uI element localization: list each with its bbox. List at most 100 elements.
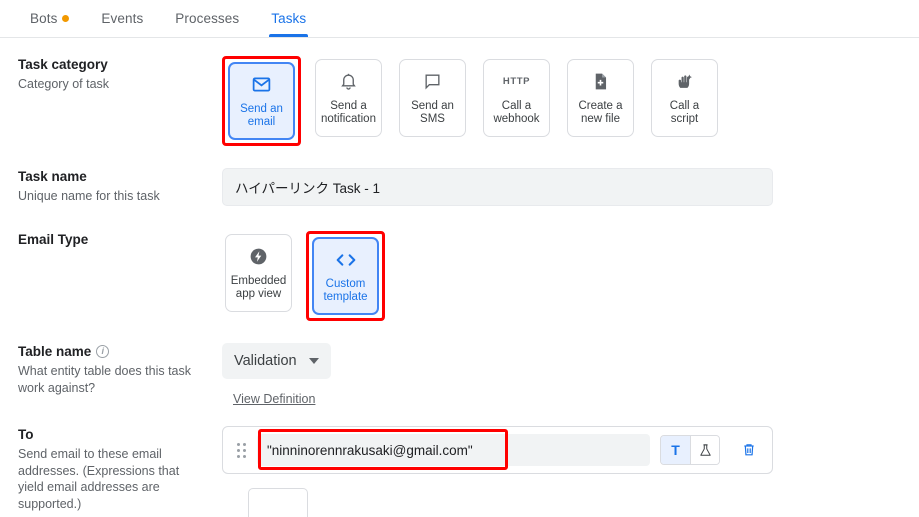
task-category-option-label: Send a notification — [321, 100, 376, 127]
email-type-row: Email Type Embedded app view — [0, 206, 919, 321]
task-category-field: Send an email — [222, 56, 901, 146]
task-name-description: Unique name for this task — [18, 188, 208, 205]
email-type-option-label: Embedded app view — [231, 275, 287, 302]
bell-icon — [339, 70, 358, 94]
table-name-field: Validation View Definition — [222, 343, 901, 408]
label-line-1: Custom — [326, 278, 366, 290]
tab-tasks-label: Tasks — [271, 11, 306, 26]
task-category-option-label: Create a new file — [578, 100, 622, 127]
label-line-1: Send an — [411, 100, 454, 112]
script-hand-icon — [675, 70, 695, 94]
label-line-1: Create a — [578, 100, 622, 112]
tab-bots[interactable]: Bots — [14, 0, 85, 37]
tab-events-label: Events — [101, 11, 143, 26]
task-category-option-send-a-notification-wrapper: Send a notification — [312, 56, 385, 146]
drag-handle-icon[interactable] — [233, 439, 249, 461]
table-name-title-text: Table name — [18, 343, 91, 360]
http-icon: HTTP — [503, 70, 530, 94]
info-icon[interactable]: i — [96, 345, 109, 358]
to-title: To — [18, 426, 208, 443]
task-category-option-call-a-webhook-wrapper: HTTP Call a webhook — [480, 56, 553, 146]
task-category-option-send-an-sms-wrapper: Send an SMS — [396, 56, 469, 146]
task-name-field: ハイパーリンク Task - 1 — [222, 168, 901, 206]
email-type-option-custom-template-wrapper: Custom template — [306, 231, 385, 321]
tab-processes[interactable]: Processes — [159, 0, 255, 37]
task-category-option-label: Call a webhook — [493, 100, 539, 127]
task-category-option-call-a-script[interactable]: Call a script — [651, 59, 718, 137]
expression-flask-icon[interactable] — [690, 436, 719, 464]
task-category-description: Category of task — [18, 76, 208, 93]
label-line-2: template — [323, 291, 367, 303]
task-form: Task category Category of task Send an — [0, 38, 919, 517]
email-type-field: Embedded app view — [222, 231, 901, 321]
label-line-2: SMS — [420, 113, 445, 125]
next-field-partial[interactable] — [248, 488, 308, 517]
email-type-labels: Email Type — [18, 231, 222, 248]
task-category-title: Task category — [18, 56, 208, 73]
chat-bubble-icon — [423, 70, 442, 94]
table-name-row: Table name i What entity table does this… — [0, 321, 919, 408]
label-line-1: Embedded — [231, 275, 287, 287]
task-category-option-create-a-new-file-wrapper: Create a new file — [564, 56, 637, 146]
table-name-selected-value: Validation — [234, 353, 297, 369]
label-line-2: app view — [236, 288, 281, 300]
primary-tab-bar: Bots Events Processes Tasks — [0, 0, 919, 38]
file-plus-icon — [591, 70, 610, 94]
tab-active-underline — [269, 34, 308, 37]
label-line-1: Call a — [670, 100, 699, 112]
tab-events[interactable]: Events — [85, 0, 159, 37]
to-email-value: "ninninorennrakusaki@gmail.com" — [267, 443, 473, 458]
task-name-input[interactable]: ハイパーリンク Task - 1 — [222, 168, 773, 206]
label-line-2: webhook — [493, 113, 539, 125]
http-icon-text: HTTP — [503, 76, 530, 87]
email-type-option-custom-template[interactable]: Custom template — [312, 237, 379, 315]
task-category-option-send-an-email[interactable]: Send an email — [228, 62, 295, 140]
task-category-option-send-an-email-wrapper: Send an email — [222, 56, 301, 146]
task-name-labels: Task name Unique name for this task — [18, 168, 222, 205]
to-description: Send email to these email addresses. (Ex… — [18, 446, 208, 512]
task-category-option-call-a-webhook[interactable]: HTTP Call a webhook — [483, 59, 550, 137]
lightning-bolt-icon — [248, 245, 269, 269]
task-category-option-create-a-new-file[interactable]: Create a new file — [567, 59, 634, 137]
task-category-option-send-an-sms[interactable]: Send an SMS — [399, 59, 466, 137]
task-name-title: Task name — [18, 168, 208, 185]
task-category-option-label: Call a script — [670, 100, 699, 127]
label-line-1: Send a — [330, 100, 366, 112]
task-category-card-list: Send an email — [222, 56, 901, 146]
task-category-option-send-a-notification[interactable]: Send a notification — [315, 59, 382, 137]
text-mode-icon[interactable]: T — [661, 436, 690, 464]
view-definition-link[interactable]: View Definition — [233, 392, 315, 406]
label-line-2: notification — [321, 113, 376, 125]
to-labels: To Send email to these email addresses. … — [18, 426, 222, 512]
chevron-down-icon — [309, 358, 319, 364]
table-name-description: What entity table does this task work ag… — [18, 363, 208, 396]
task-category-labels: Task category Category of task — [18, 56, 222, 93]
label-line-1: Call a — [502, 100, 531, 112]
tab-bots-label: Bots — [30, 11, 57, 26]
email-type-option-embedded-app-view[interactable]: Embedded app view — [225, 234, 292, 312]
label-line-1: Send an — [240, 103, 283, 115]
task-category-option-call-a-script-wrapper: Call a script — [648, 56, 721, 146]
email-type-card-list: Embedded app view — [222, 231, 901, 321]
bots-notification-dot-icon — [62, 15, 69, 22]
envelope-icon — [251, 73, 272, 97]
task-category-option-label: Send an SMS — [411, 100, 454, 127]
to-recipient-row: "ninninorennrakusaki@gmail.com" T — [222, 426, 773, 474]
tab-tasks[interactable]: Tasks — [255, 0, 322, 37]
table-name-labels: Table name i What entity table does this… — [18, 343, 222, 396]
task-name-row: Task name Unique name for this task ハイパー… — [0, 146, 919, 206]
task-category-option-label: Send an email — [240, 103, 283, 130]
to-mode-toggle-group: T — [660, 435, 720, 465]
to-email-input[interactable]: "ninninorennrakusaki@gmail.com" — [257, 434, 650, 466]
label-line-2: email — [248, 116, 275, 128]
table-name-select[interactable]: Validation — [222, 343, 331, 379]
text-mode-glyph: T — [671, 442, 680, 458]
table-name-title: Table name i — [18, 343, 208, 360]
label-line-2: new file — [581, 113, 620, 125]
email-type-title: Email Type — [18, 231, 208, 248]
to-field: "ninninorennrakusaki@gmail.com" T — [222, 426, 901, 517]
trash-icon[interactable] — [734, 435, 764, 465]
label-line-2: script — [671, 113, 698, 125]
task-category-row: Task category Category of task Send an — [0, 38, 919, 146]
email-type-option-label: Custom template — [323, 278, 367, 305]
